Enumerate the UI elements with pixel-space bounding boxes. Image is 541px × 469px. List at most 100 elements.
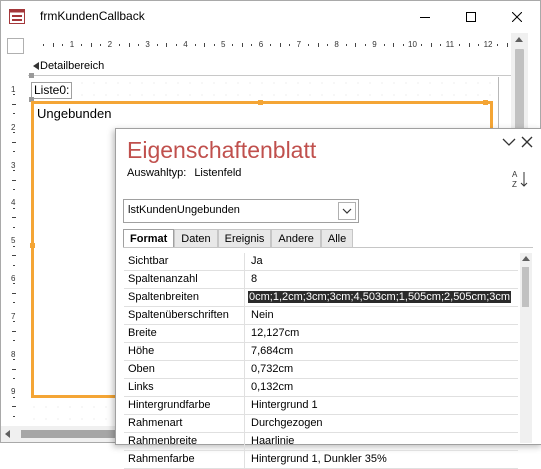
property-name: Hintergrundfarbe [124, 397, 245, 414]
maximize-button[interactable] [448, 1, 494, 32]
property-value[interactable]: Haarlinie [245, 433, 518, 450]
ruler-number: 10 [408, 40, 417, 49]
ruler-tick [13, 359, 15, 361]
resize-handle[interactable] [483, 100, 488, 105]
property-name: Links [124, 379, 245, 396]
property-row[interactable]: Spaltenüberschriften Nein [124, 307, 518, 325]
close-button[interactable] [494, 1, 540, 32]
ruler-tick [175, 44, 177, 46]
tab-format[interactable]: Format [123, 229, 175, 248]
listbox-label-control[interactable]: Liste0: [31, 82, 73, 99]
property-grid-scroll-thumb[interactable] [522, 267, 529, 307]
property-value[interactable]: Nein [245, 307, 518, 324]
selection-type-value: Listenfeld [194, 167, 242, 179]
ruler-number: 2 [11, 122, 16, 132]
horizontal-ruler[interactable]: 1 2 3 4 5 6 7 8 9 10 11 12 [28, 38, 511, 52]
property-row[interactable]: Höhe 7,684cm [124, 343, 518, 361]
property-value[interactable]: 12,127cm [245, 325, 518, 342]
property-value[interactable]: 8 [245, 271, 518, 288]
minimize-button[interactable] [402, 1, 448, 32]
property-grid-scrollbar[interactable] [520, 253, 532, 443]
ruler-number: 9 [11, 387, 16, 397]
property-row[interactable]: Hintergrundfarbe Hintergrund 1 [124, 397, 518, 415]
property-value[interactable]: 0,132cm [245, 379, 518, 396]
ruler-tick [43, 44, 45, 46]
property-row[interactable]: Rahmenart Durchgezogen [124, 415, 518, 433]
ruler-tick [13, 321, 15, 323]
ruler-number: 5 [11, 236, 16, 246]
ruler-tick [13, 245, 15, 247]
property-row[interactable]: Breite 12,127cm [124, 325, 518, 343]
svg-text:Z: Z [512, 180, 517, 189]
property-row[interactable]: Oben 0,732cm [124, 361, 518, 379]
property-value[interactable]: 0cm;1,2cm;3cm;3cm;4,503cm;1,505cm;2,505c… [245, 289, 518, 306]
ruler-tick [13, 132, 15, 134]
ruler-number: 9 [372, 40, 377, 49]
property-name: Rahmenfarbe [124, 451, 245, 468]
ruler-number: 6 [258, 40, 264, 49]
detail-section-header[interactable]: Detailbereich [28, 59, 511, 76]
ruler-tick [13, 264, 15, 266]
section-label: Detailbereich [40, 60, 105, 72]
vertical-ruler[interactable]: 1 2 3 4 5 6 7 8 9 [7, 57, 21, 421]
ruler-tick [468, 43, 470, 47]
property-value[interactable]: 7,684cm [245, 343, 518, 360]
property-row[interactable]: Spaltenanzahl 8 [124, 271, 518, 289]
ruler-tick [12, 179, 16, 181]
close-icon[interactable] [521, 136, 533, 148]
tab-andere[interactable]: Andere [271, 229, 321, 248]
property-name: Spaltenüberschriften [124, 307, 245, 324]
ruler-tick [12, 103, 16, 105]
chevron-down-icon[interactable] [502, 136, 516, 148]
ruler-tick [13, 283, 15, 285]
ruler-corner-selector[interactable] [7, 38, 24, 54]
object-selector-combobox[interactable]: lstKundenUngebunden [123, 199, 359, 223]
ruler-tick [81, 44, 83, 46]
property-value[interactable]: Ja [245, 253, 518, 270]
ruler-tick [270, 44, 272, 46]
ruler-tick [355, 43, 357, 47]
resize-handle[interactable] [258, 100, 263, 105]
scroll-up-icon[interactable] [515, 37, 523, 42]
property-row[interactable]: Sichtbar Ja [124, 253, 518, 271]
tab-daten[interactable]: Daten [174, 229, 218, 248]
title-bar[interactable]: frmKundenCallback [1, 1, 540, 32]
property-row[interactable]: Links 0,132cm [124, 379, 518, 397]
property-value[interactable]: Durchgezogen [245, 415, 518, 432]
ruler-tick [13, 377, 15, 379]
ruler-number: 7 [296, 40, 302, 49]
ruler-tick [317, 43, 319, 47]
section-arrow-icon [33, 62, 39, 70]
object-selector-value: lstKundenUngebunden [128, 204, 240, 216]
scroll-left-icon[interactable] [5, 430, 10, 438]
ruler-tick [194, 44, 196, 46]
ruler-tick [308, 44, 310, 46]
property-name: Rahmenbreite [124, 433, 245, 450]
ruler-tick [459, 44, 461, 46]
ruler-tick [506, 43, 508, 47]
move-handle[interactable] [29, 73, 34, 78]
property-row[interactable]: Rahmenfarbe Hintergrund 1, Dunkler 35% [124, 451, 518, 469]
resize-handle[interactable] [30, 243, 35, 248]
property-value[interactable]: Hintergrund 1, Dunkler 35% [245, 451, 518, 468]
selection-type-label: Auswahltyp: [127, 167, 187, 179]
property-row[interactable]: Rahmenbreite Haarlinie [124, 433, 518, 451]
property-sheet: Eigenschaftenblatt Auswahltyp: Listenfeld… [115, 128, 541, 469]
ruler-number: 11 [445, 40, 455, 49]
tab-alle[interactable]: Alle [320, 229, 354, 248]
scroll-up-icon[interactable] [522, 256, 530, 261]
selection-type: Auswahltyp: Listenfeld [127, 167, 241, 179]
ruler-tick [251, 44, 253, 46]
ruler-tick [241, 43, 243, 47]
property-row[interactable]: Spaltenbreiten 0cm;1,2cm;3cm;3cm;4,503cm;… [124, 289, 518, 307]
property-value[interactable]: Hintergrund 1 [245, 397, 518, 414]
combo-dropdown-button[interactable] [338, 202, 356, 220]
ruler-tick [62, 44, 64, 46]
property-name: Sichtbar [124, 253, 245, 270]
ruler-tick [402, 44, 404, 46]
property-value[interactable]: 0,732cm [245, 361, 518, 378]
sort-az-icon[interactable]: A Z [511, 169, 529, 189]
ruler-number: 6 [11, 274, 16, 283]
close-icon [512, 11, 522, 22]
tab-ereignis[interactable]: Ereignis [217, 229, 272, 248]
